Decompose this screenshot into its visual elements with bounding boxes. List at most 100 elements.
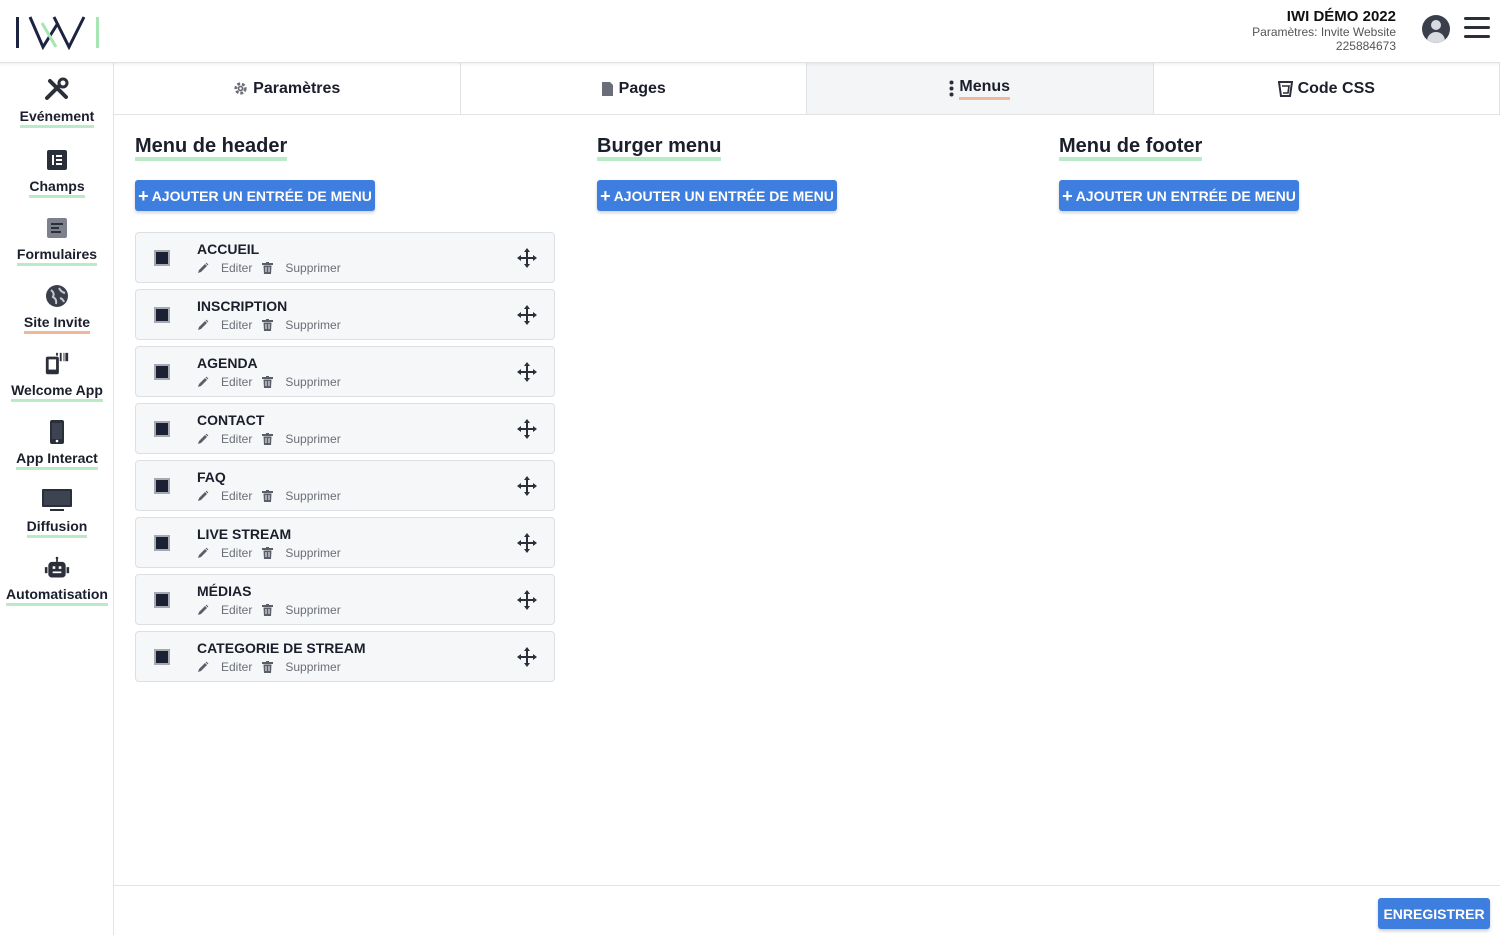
sidebar-item-automatisation[interactable]: Automatisation [0,555,114,617]
pencil-icon [197,319,215,331]
burger-menu-title: Burger menu [597,135,722,161]
drag-handle-icon[interactable] [516,361,538,383]
edit-link[interactable]: Editer [197,375,252,389]
top-bar: IWI DÉMO 2022 Paramètres: Invite Website… [0,0,1500,63]
menu-entry-row[interactable]: FAQ Editer Supprimer [135,460,555,511]
menu-entry-actions: Editer Supprimer [197,546,351,560]
tab-menus[interactable]: Menus [807,63,1154,114]
sidebar-item-label: Welcome App [11,382,103,402]
add-header-menu-entry-button[interactable]: + AJOUTER UN ENTRÉE DE MENU [135,180,375,211]
delete-link[interactable]: Supprimer [262,660,341,674]
sidebar: Evénement Champs Formulaires Site Invite… [0,63,114,935]
edit-link[interactable]: Editer [197,432,252,446]
menu-entry-name: MÉDIAS [197,583,252,599]
edit-link[interactable]: Editer [197,318,252,332]
pencil-icon [197,604,215,616]
drag-handle-icon[interactable] [516,475,538,497]
menu-entry-row[interactable]: CONTACT Editer Supprimer [135,403,555,454]
menu-entry-checkbox[interactable] [154,250,170,266]
trash-icon [262,604,279,616]
edit-link[interactable]: Editer [197,261,252,275]
delete-link[interactable]: Supprimer [262,432,341,446]
tab-parametres[interactable]: Paramètres [114,63,461,114]
user-avatar-icon[interactable] [1422,15,1450,43]
drag-handle-icon[interactable] [516,532,538,554]
menu-entry-checkbox[interactable] [154,307,170,323]
save-button[interactable]: ENREGISTRER [1378,898,1490,929]
sidebar-item-diffusion[interactable]: Diffusion [0,487,114,549]
menu-entry-name: CONTACT [197,412,265,428]
pencil-icon [197,661,215,673]
menu-entry-actions: Editer Supprimer [197,603,351,617]
delete-link[interactable]: Supprimer [262,318,341,332]
menu-entry-row[interactable]: ACCUEIL Editer Supprimer [135,232,555,283]
drag-handle-icon[interactable] [516,646,538,668]
edit-link[interactable]: Editer [197,546,252,560]
menu-entry-actions: Editer Supprimer [197,432,351,446]
sidebar-item-app-interact[interactable]: App Interact [0,419,114,481]
phone-icon [44,419,70,445]
edit-link[interactable]: Editer [197,660,252,674]
menu-entry-name: FAQ [197,469,226,485]
sidebar-item-label: App Interact [16,450,98,470]
event-info: IWI DÉMO 2022 Paramètres: Invite Website… [1252,8,1396,53]
sidebar-item-evenement[interactable]: Evénement [0,77,114,139]
trash-icon [262,262,279,274]
trash-icon [262,319,279,331]
plus-icon: + [600,185,611,206]
menu-entry-checkbox[interactable] [154,592,170,608]
header-menu-section: Menu de header + AJOUTER UN ENTRÉE DE ME… [135,135,375,211]
edit-link[interactable]: Editer [197,603,252,617]
pencil-icon [197,547,215,559]
trash-icon [262,661,279,673]
menu-entry-row[interactable]: INSCRIPTION Editer Supprimer [135,289,555,340]
delete-link[interactable]: Supprimer [262,489,341,503]
sidebar-item-champs[interactable]: Champs [0,147,114,209]
delete-link[interactable]: Supprimer [262,261,341,275]
menu-entry-name: AGENDA [197,355,258,371]
add-burger-menu-entry-button[interactable]: + AJOUTER UN ENTRÉE DE MENU [597,180,837,211]
tab-label: Code CSS [1297,79,1375,97]
drag-handle-icon[interactable] [516,304,538,326]
menu-entry-checkbox[interactable] [154,364,170,380]
menu-entry-row[interactable]: CATEGORIE DE STREAM Editer Supprimer [135,631,555,682]
gear-icon [233,81,248,96]
drag-handle-icon[interactable] [516,589,538,611]
sidebar-item-label: Evénement [19,108,95,128]
menu-entry-actions: Editer Supprimer [197,660,351,674]
sidebar-item-welcome-app[interactable]: Welcome App [0,351,114,413]
sidebar-item-label: Diffusion [26,518,88,538]
globe-icon [44,283,70,309]
menu-entry-name: INSCRIPTION [197,298,288,314]
menu-entry-checkbox[interactable] [154,649,170,665]
menu-entry-checkbox[interactable] [154,478,170,494]
menu-entry-name: CATEGORIE DE STREAM [197,640,366,656]
menu-entry-checkbox[interactable] [154,421,170,437]
delete-link[interactable]: Supprimer [262,375,341,389]
delete-link[interactable]: Supprimer [262,603,341,617]
event-id: 225884673 [1335,39,1396,53]
menu-entry-checkbox[interactable] [154,535,170,551]
tab-pages[interactable]: Pages [461,63,807,114]
sidebar-item-formulaires[interactable]: Formulaires [0,215,114,277]
iwi-logo[interactable] [14,14,102,50]
sidebar-item-site-invite[interactable]: Site Invite [0,283,114,345]
menu-entry-name: LIVE STREAM [197,526,292,542]
sidebar-item-label: Site Invite [23,314,91,334]
footer-menu-title: Menu de footer [1059,135,1203,161]
menu-entry-actions: Editer Supprimer [197,261,351,275]
drag-handle-icon[interactable] [516,418,538,440]
tab-code-css[interactable]: Code CSS [1154,63,1500,114]
menu-entry-row[interactable]: AGENDA Editer Supprimer [135,346,555,397]
sidebar-item-label: Formulaires [16,246,98,266]
drag-handle-icon[interactable] [516,247,538,269]
hamburger-menu-icon[interactable] [1464,17,1490,39]
delete-link[interactable]: Supprimer [262,546,341,560]
menu-entry-row[interactable]: MÉDIAS Editer Supprimer [135,574,555,625]
add-footer-menu-entry-button[interactable]: + AJOUTER UN ENTRÉE DE MENU [1059,180,1299,211]
footer-bar: ENREGISTRER [114,885,1500,935]
menu-entry-actions: Editer Supprimer [197,375,351,389]
menu-entry-row[interactable]: LIVE STREAM Editer Supprimer [135,517,555,568]
edit-link[interactable]: Editer [197,489,252,503]
footer-menu-section: Menu de footer + AJOUTER UN ENTRÉE DE ME… [1059,135,1299,211]
